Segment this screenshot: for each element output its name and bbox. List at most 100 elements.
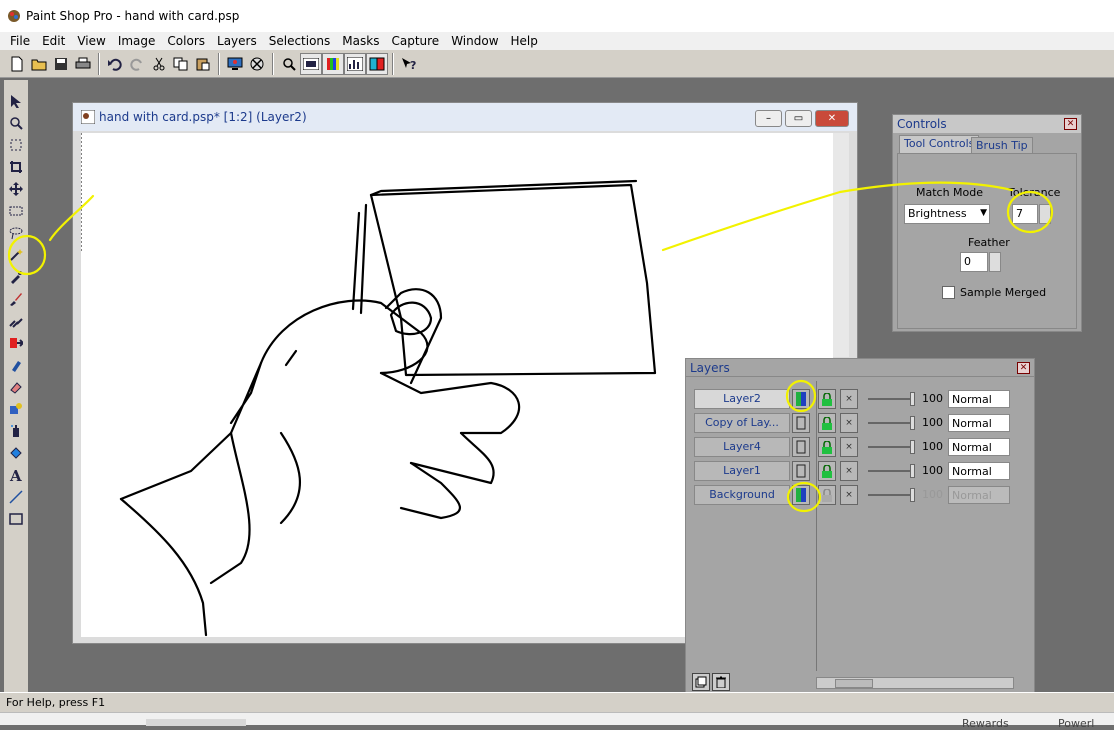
feather-spinner[interactable] xyxy=(989,252,1001,272)
cancel-icon[interactable] xyxy=(246,53,268,75)
crop-icon[interactable] xyxy=(4,156,28,178)
opacity-slider[interactable] xyxy=(910,416,915,430)
color-replacer-icon[interactable] xyxy=(4,332,28,354)
arrow-icon[interactable] xyxy=(4,90,28,112)
blend-mode-select[interactable]: Normal xyxy=(948,462,1010,480)
lock-icon[interactable] xyxy=(818,389,836,409)
paste-icon[interactable] xyxy=(192,53,214,75)
blend-mode-select[interactable]: Normal xyxy=(948,390,1010,408)
deformation-icon[interactable] xyxy=(4,134,28,156)
text-icon[interactable]: A xyxy=(4,464,28,486)
blend-mode-select[interactable]: Normal xyxy=(948,438,1010,456)
dropper-icon[interactable] xyxy=(4,266,28,288)
vertical-scrollbar[interactable] xyxy=(833,133,849,357)
layer-visibility-toggle[interactable] xyxy=(792,413,810,433)
menu-file[interactable]: File xyxy=(4,34,36,48)
blend-mode-select[interactable]: Normal xyxy=(948,486,1010,504)
freehand-icon[interactable] xyxy=(4,222,28,244)
retouch-icon[interactable] xyxy=(4,354,28,376)
layer-mask-toggle[interactable]: × xyxy=(840,437,858,457)
menu-window[interactable]: Window xyxy=(445,34,504,48)
menu-colors[interactable]: Colors xyxy=(161,34,211,48)
menu-help[interactable]: Help xyxy=(505,34,544,48)
tab-tool-controls[interactable]: Tool Controls xyxy=(899,135,980,153)
layers-close-button[interactable]: ✕ xyxy=(1017,362,1030,374)
feather-input[interactable]: 0 xyxy=(960,252,988,272)
document-title-bar[interactable]: hand with card.psp* [1:2] (Layer2) – ▭ ✕ xyxy=(73,103,857,131)
sample-merged-checkbox[interactable] xyxy=(942,286,955,299)
opacity-slider[interactable] xyxy=(910,440,915,454)
menu-view[interactable]: View xyxy=(71,34,111,48)
zoom-icon[interactable] xyxy=(278,53,300,75)
lock-icon[interactable] xyxy=(818,437,836,457)
maximize-button[interactable]: ▭ xyxy=(785,110,812,127)
color-palette-icon[interactable] xyxy=(322,52,344,75)
opacity-slider[interactable] xyxy=(910,392,915,406)
taskbar-item-powerl[interactable]: Powerl xyxy=(1058,717,1094,730)
zoom-icon[interactable] xyxy=(4,112,28,134)
layer-mask-toggle[interactable]: × xyxy=(840,485,858,505)
lock-icon[interactable] xyxy=(818,461,836,481)
close-button[interactable]: ✕ xyxy=(815,110,849,127)
chart-icon[interactable] xyxy=(344,52,366,75)
lock-icon[interactable] xyxy=(818,485,836,505)
layer-name-button[interactable]: Layer1 xyxy=(694,461,790,481)
tab-brush-tip[interactable]: Brush Tip xyxy=(971,137,1033,153)
histogram-icon[interactable] xyxy=(300,52,322,75)
preset-shapes-icon[interactable] xyxy=(4,508,28,530)
menu-capture[interactable]: Capture xyxy=(385,34,445,48)
layer-visibility-toggle[interactable] xyxy=(792,485,810,505)
delete-layer-button[interactable] xyxy=(712,673,730,691)
minimize-button[interactable]: – xyxy=(755,110,782,127)
layer-mask-toggle[interactable]: × xyxy=(840,413,858,433)
menu-edit[interactable]: Edit xyxy=(36,34,71,48)
magic-wand-icon[interactable] xyxy=(4,244,28,266)
picture-tube-icon[interactable] xyxy=(4,398,28,420)
lock-icon[interactable] xyxy=(818,413,836,433)
screen-icon[interactable] xyxy=(224,53,246,75)
layer-name-button[interactable]: Layer2 xyxy=(694,389,790,409)
print-icon[interactable] xyxy=(72,53,94,75)
horizontal-scrollbar[interactable] xyxy=(816,677,1014,689)
eraser-icon[interactable] xyxy=(4,376,28,398)
tolerance-input[interactable]: 7 xyxy=(1012,204,1038,224)
layers-icon[interactable] xyxy=(366,52,388,75)
open-icon[interactable] xyxy=(28,53,50,75)
menu-layers[interactable]: Layers xyxy=(211,34,263,48)
paintbrush-icon[interactable] xyxy=(4,288,28,310)
save-icon[interactable] xyxy=(50,53,72,75)
airbrush-icon[interactable] xyxy=(4,420,28,442)
opacity-slider[interactable] xyxy=(910,464,915,478)
mover-icon[interactable] xyxy=(4,178,28,200)
menu-selections[interactable]: Selections xyxy=(263,34,337,48)
layer-mask-toggle[interactable]: × xyxy=(840,461,858,481)
layer-name-button[interactable]: Layer4 xyxy=(694,437,790,457)
help-icon[interactable]: ? xyxy=(398,53,420,75)
layer-visibility-toggle[interactable] xyxy=(792,437,810,457)
menu-image[interactable]: Image xyxy=(112,34,162,48)
flood-fill-icon[interactable] xyxy=(4,442,28,464)
layer-name-button[interactable]: Background xyxy=(694,485,790,505)
layer-visibility-toggle[interactable] xyxy=(792,461,810,481)
selection-icon[interactable] xyxy=(4,200,28,222)
tolerance-spinner[interactable] xyxy=(1039,204,1051,224)
undo-icon[interactable] xyxy=(104,53,126,75)
new-icon[interactable] xyxy=(6,53,28,75)
copy-icon[interactable] xyxy=(170,53,192,75)
draw-icon[interactable] xyxy=(4,486,28,508)
scrollbar-thumb[interactable] xyxy=(835,679,873,688)
menu-masks[interactable]: Masks xyxy=(336,34,385,48)
cut-icon[interactable] xyxy=(148,53,170,75)
controls-close-button[interactable]: ✕ xyxy=(1064,118,1077,130)
match-mode-select[interactable]: Brightness ▼ xyxy=(904,204,990,224)
new-layer-button[interactable] xyxy=(692,673,710,691)
layer-name-button[interactable]: Copy of Lay... xyxy=(694,413,790,433)
layer-mask-toggle[interactable]: × xyxy=(840,389,858,409)
blend-mode-select[interactable]: Normal xyxy=(948,414,1010,432)
opacity-slider-track xyxy=(868,398,914,400)
opacity-slider[interactable] xyxy=(910,488,915,502)
taskbar-item-rewards[interactable]: Rewards xyxy=(962,717,1009,730)
clone-icon[interactable] xyxy=(4,310,28,332)
layer-visibility-toggle[interactable] xyxy=(792,389,810,409)
redo-icon[interactable] xyxy=(126,53,148,75)
